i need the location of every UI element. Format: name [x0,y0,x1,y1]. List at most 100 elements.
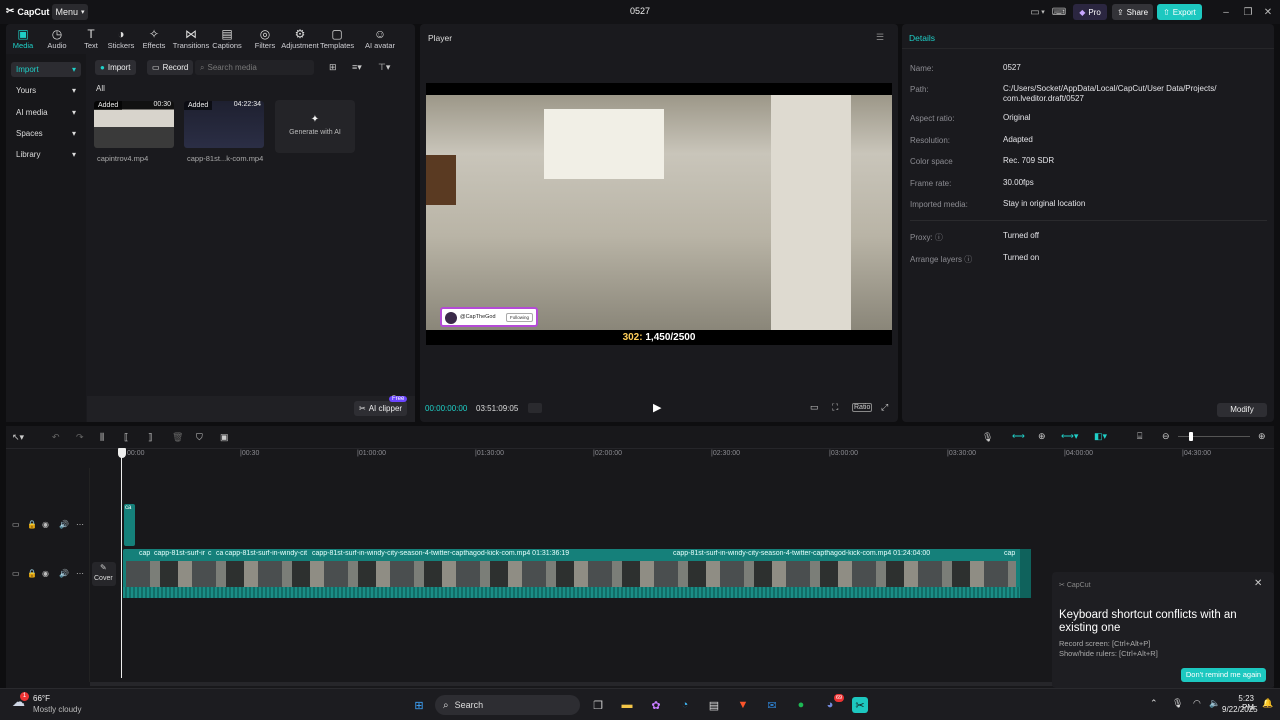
cover-button[interactable]: ✎ Cover [92,562,116,586]
media-thumbnail[interactable]: Added 04:22:34 [184,101,264,148]
copilot-icon[interactable]: ✿ [648,697,664,713]
link-icon[interactable]: ⟷ [1012,431,1025,442]
close-icon[interactable]: ✕ [1254,578,1262,589]
share-button[interactable]: ⇪ Share [1112,4,1153,20]
fullscreen-quality-icon[interactable]: ▭ [810,402,819,413]
tab-audio[interactable]: ◷ Audio [40,27,74,50]
store-icon[interactable]: ▤ [706,697,722,713]
shield-icon[interactable]: ⛉ [196,432,203,443]
more-icon[interactable]: ⋯ [76,569,84,578]
capcut-taskbar-icon[interactable]: ✂ [852,697,868,713]
ai-clipper-button[interactable]: ✂ AI clipper [354,401,408,416]
record-button[interactable]: ▭ Record [147,60,194,75]
expand-icon[interactable]: ⤢ [881,402,888,413]
track-box-icon[interactable]: ▭ [12,520,20,529]
audio-icon[interactable]: 🔊 [59,569,69,578]
added-badge: Added [184,101,213,110]
task-view-icon[interactable]: ❐ [590,697,606,713]
delete-icon[interactable]: 🗑 [172,432,183,443]
tab-adjustment[interactable]: ⚙ Adjustment [279,27,321,50]
audio-icon[interactable]: 🔊 [59,520,69,529]
select-tool-icon[interactable]: ↖▾ [12,432,24,443]
timecode-toggle[interactable] [528,403,542,413]
track-box-icon[interactable]: ▭ [12,569,20,578]
microphone-icon[interactable]: 🎙 [1172,698,1183,709]
tab-transitions[interactable]: ⋈ Transitions [170,27,212,50]
snap-icon[interactable]: ⟷▾ [1061,431,1078,442]
crop-icon[interactable]: ⛶ [832,402,838,413]
sidebar-item-spaces[interactable]: Spaces ▾ [11,126,81,141]
split-right-icon[interactable]: ⟧ [148,432,152,443]
split-left-icon[interactable]: ⟦ [124,432,128,443]
cover-label: Cover [94,575,113,582]
zoom-out-icon[interactable]: ⊖ [1162,431,1170,442]
templates-icon: ▢ [331,27,343,41]
video-preview[interactable]: @CapTheGod Following 302: 1,450/2500 [426,83,892,345]
file-explorer-icon[interactable]: ▬ [619,697,635,713]
menu-button[interactable]: Menu ▾ [52,4,88,20]
sort-icon[interactable]: ≡▾ [352,62,362,73]
lock-icon[interactable]: 🔒 [27,569,37,578]
ratio-button[interactable]: Ratio [852,403,873,412]
windows-start-icon[interactable]: ⊞ [411,697,427,713]
generate-with-ai-card[interactable]: ✦ Generate with AI [275,100,355,153]
microphone-icon[interactable]: 🎙 [982,432,993,443]
tab-ai-avatar[interactable]: ☺ AI avatar [361,27,399,50]
globe-icon[interactable]: ⊕ [1038,431,1046,442]
edge-icon[interactable]: ◔ [677,697,693,713]
media-thumbnail[interactable]: Added 00:30 [94,101,174,148]
media-edit-icon[interactable]: ▣ [220,432,229,443]
search-input[interactable]: ⌕ Search media [195,60,314,75]
wifi-icon[interactable]: ◠ [1193,698,1201,709]
eye-icon[interactable]: ◉ [42,520,49,529]
play-icon[interactable]: ▶ [653,401,661,414]
spotify-icon[interactable]: ● [793,697,809,713]
dont-remind-button[interactable]: Don't remind me again [1181,668,1266,682]
tab-stickers[interactable]: ◑ Stickers [104,27,138,50]
preview-axis-icon[interactable]: ◧▾ [1094,431,1107,442]
tab-effects[interactable]: ✧ Effects [137,27,171,50]
tab-templates[interactable]: ▢ Templates [320,27,354,50]
split-icon[interactable]: ⫼ [100,432,104,443]
filter-icon[interactable]: ⊤▾ [378,62,390,73]
volume-icon[interactable]: 🔈 [1209,698,1220,709]
restore-icon[interactable]: ❐ [1240,5,1256,19]
clip-end-handle[interactable] [1020,549,1031,598]
sidebar-item-yours[interactable]: Yours ▾ [11,83,81,98]
modify-button[interactable]: Modify [1217,403,1267,417]
tab-media[interactable]: ▣ Media [6,27,40,50]
chevron-up-icon[interactable]: ⌃ [1150,698,1158,709]
grid-view-icon[interactable]: ⊞ [329,62,337,73]
pro-button[interactable]: ◆ Pro [1073,4,1107,20]
clock-date[interactable]: 9/22/2025 [1222,705,1258,714]
outlook-icon[interactable]: ✉ [764,697,780,713]
layout-dropdown-icon[interactable]: ▾ [1039,5,1047,19]
eye-icon[interactable]: ◉ [42,569,49,578]
sidebar-item-library[interactable]: Library ▾ [11,147,81,162]
sidebar-item-import[interactable]: Import ▾ [11,62,81,77]
player-menu-icon[interactable]: ☰ [876,32,884,43]
notification-bell-icon[interactable]: 🔔 [1262,698,1273,709]
redo-icon[interactable]: ↷ [76,432,84,443]
brave-icon[interactable]: ▼ [735,697,751,713]
small-clip[interactable]: ca [124,504,135,546]
zoom-slider-handle[interactable] [1189,432,1193,441]
tab-filters[interactable]: ◎ Filters [248,27,282,50]
undo-icon[interactable]: ↶ [52,432,60,443]
close-icon[interactable]: ✕ [1260,5,1276,19]
tab-label: Captions [212,41,242,50]
sidebar-item-ai-media[interactable]: AI media ▾ [11,105,81,120]
taskbar-search[interactable]: ⌕ Search [435,695,580,715]
tab-text[interactable]: T Text [74,27,108,50]
filter-all-label[interactable]: All [96,84,105,93]
zoom-in-icon[interactable]: ⊕ [1258,431,1266,442]
lock-icon[interactable]: 🔒 [27,520,37,529]
more-icon[interactable]: ⋯ [76,520,84,529]
export-button[interactable]: ⇧ Export [1157,4,1202,20]
tab-captions[interactable]: ▤ Captions [210,27,244,50]
shortcuts-icon[interactable]: ⌨ [1051,5,1067,19]
import-button[interactable]: ● Import [95,60,136,75]
caption-icon[interactable]: ⌸ [1137,431,1142,442]
minimize-icon[interactable]: – [1218,5,1234,19]
playhead-handle[interactable] [118,448,126,458]
